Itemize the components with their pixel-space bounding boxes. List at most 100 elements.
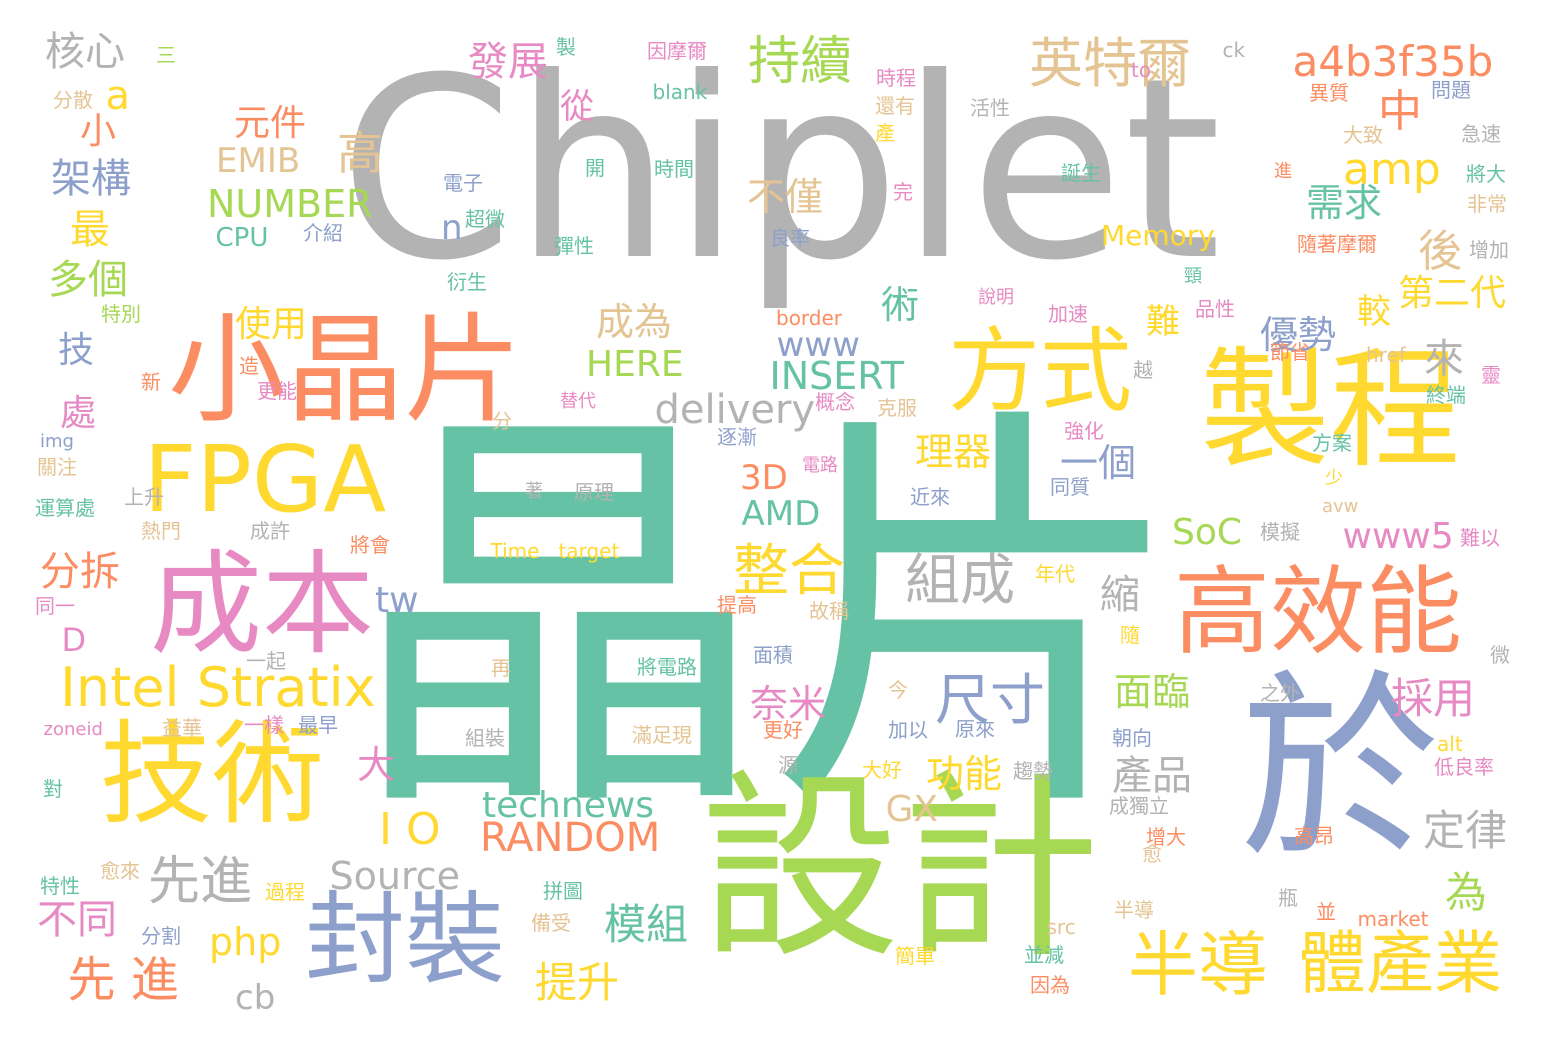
word: EMIB [216,141,301,181]
word: HERE [586,344,684,385]
word: n [441,208,463,248]
word: target [558,539,620,563]
word: 隨 [1120,623,1140,647]
word: 超微 [465,207,505,231]
word: 低良率 [1434,755,1494,779]
word: 3D [740,458,788,498]
word-cloud: Chiplet 晶片 設計於製程 小晶片 FPGA 成本 技術 封裝 高效能 方式 半導 體產業 Int… [0,0,1548,1052]
word: 同質 [1050,475,1090,499]
word: 最 [70,207,110,253]
word: 急速 [1461,122,1501,146]
word: 提高 [717,593,757,617]
word: blank [652,80,708,104]
word: 分拆 [40,549,120,595]
word: 方式 [948,318,1133,425]
word: 介紹 [303,221,343,245]
word: 因摩爾 [647,39,707,63]
word: php [209,920,282,964]
word: www5 [1342,516,1454,557]
word: 將會 [350,533,390,557]
word: 增加 [1469,238,1509,262]
word: Intel Stratix [60,656,376,719]
word: 面臨 [1114,670,1191,714]
word: 微 [1490,643,1510,667]
word: AMD [741,494,821,534]
word: 成獨立 [1109,794,1169,818]
word: 簡單 [895,944,935,968]
word: 一樣 [244,713,284,737]
word: 模擬 [1260,520,1300,544]
word: 不僅 [747,175,824,219]
word: 再 [491,656,511,680]
word: 電路 [802,455,838,476]
word: 滿足現 [632,723,692,747]
word: 大 [357,743,396,787]
word: 技 [58,330,95,371]
word: a4b3f35b [1292,37,1494,86]
word: 說明 [978,287,1014,308]
word: 分散 [53,88,93,112]
word: 對 [43,777,63,801]
word: 較 [1357,292,1391,332]
word: 開 [585,156,605,180]
word: 良率 [770,226,810,250]
word: 過程 [265,880,305,904]
word: www [776,325,860,365]
word: 更好 [763,718,803,742]
word: 三 [156,43,176,67]
word: 英特爾 [1029,32,1191,95]
word: 熱門 [141,519,181,543]
word: 產 [875,121,895,145]
word: 定律 [1423,806,1508,855]
word: 加速 [1048,302,1088,326]
word: border [776,306,843,330]
word: 術 [881,283,920,327]
word: ck [1222,38,1246,62]
word: 朝向 [1112,726,1152,750]
word: 高昂 [1294,824,1334,848]
word: 半導 [1128,924,1268,1006]
word: 體產業 [1298,925,1503,1004]
word: 特別 [101,302,141,326]
word: avw [1322,496,1359,517]
word: 大好 [862,758,902,782]
word: NUMBER [207,182,373,226]
word: alt [1437,732,1463,756]
word: 最早 [298,713,338,737]
word: 因為 [1030,973,1070,997]
word: 隨著摩爾 [1297,232,1377,256]
word: 彈性 [554,234,594,258]
word: 分割 [141,924,181,948]
word: zoneid [43,719,103,740]
word: 愈 [1142,842,1162,866]
word: 進 [1274,161,1292,182]
word: href [1366,343,1406,367]
word: img [40,431,74,452]
word: 技術 [100,710,324,840]
word: 時程 [876,66,916,90]
word: 原理 [574,480,614,504]
word: 封裝 [305,881,505,998]
word: 並 [1316,900,1336,924]
word: 源 [778,753,798,777]
word: 替代 [560,391,596,412]
word: 衍生 [447,270,487,294]
word: a [105,73,131,119]
word: 備受 [531,911,571,935]
word: CPU [215,223,269,253]
word: 元件 [234,103,307,144]
word: I O [379,804,441,855]
word: 使用 [235,304,308,345]
word: 高 [337,126,383,180]
word: 高效能 [1174,556,1462,668]
word: 同一 [35,594,75,618]
word: 縮 [1100,572,1140,618]
word: 第二代 [1398,273,1507,314]
word: Memory [1101,219,1215,252]
word: 節省 [1270,340,1310,364]
word: 年代 [1035,562,1075,586]
word: 不同 [37,897,117,943]
word: 上升 [124,485,164,509]
word: D [61,621,87,659]
word: 採用 [1391,674,1476,723]
